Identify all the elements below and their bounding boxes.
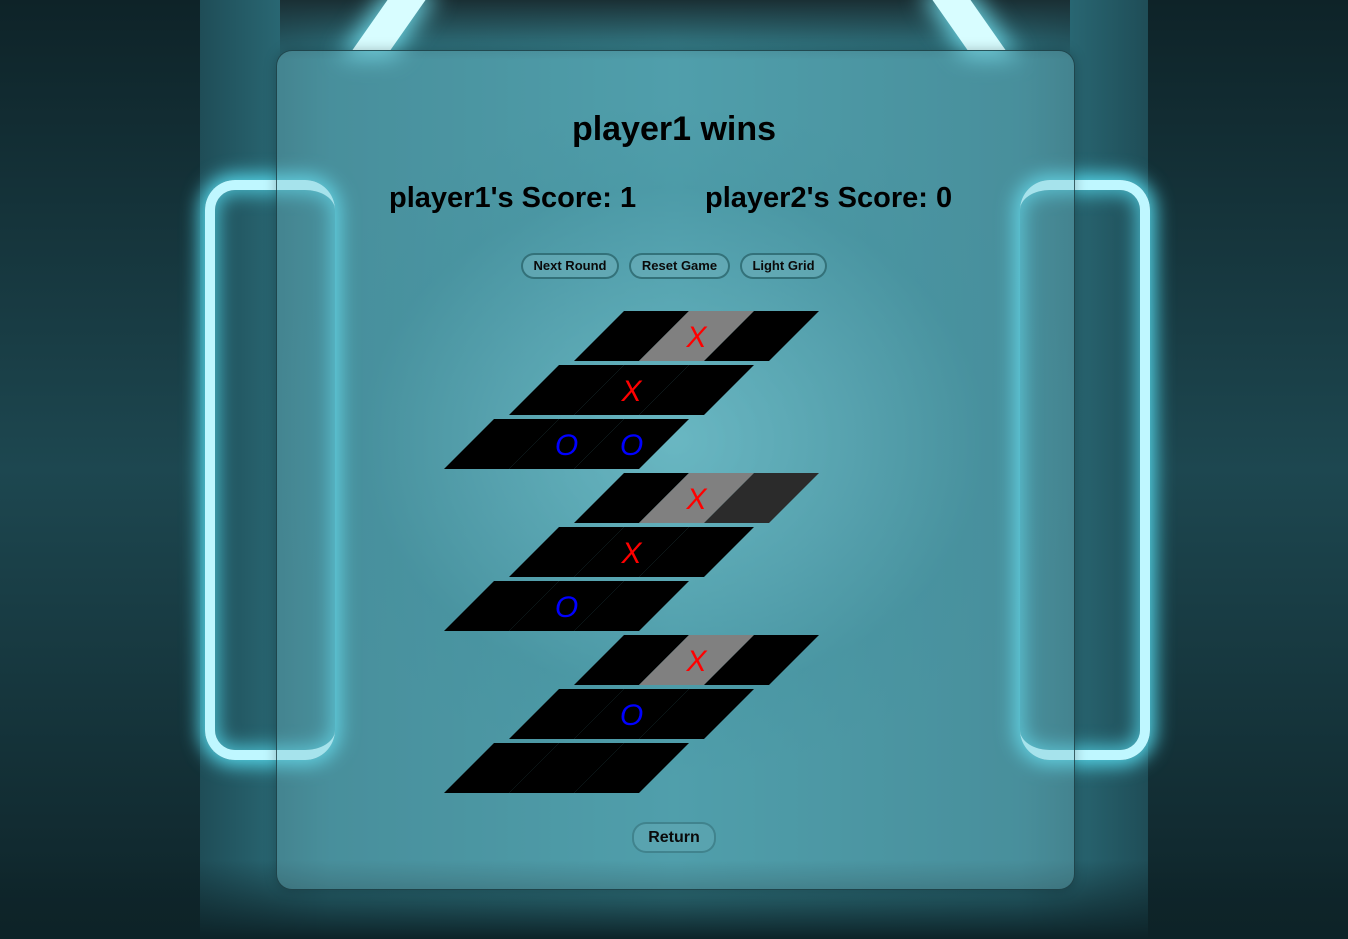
board-1-mark-bottom-right: O [620, 429, 643, 462]
board-2-mark-bottom-center: O [555, 591, 578, 624]
board-1-mark-middle-center: X [620, 375, 642, 408]
return-button[interactable]: Return [632, 822, 716, 853]
board-1-mark-top-center: X [685, 321, 707, 354]
board-3-mark-top-center: X [685, 645, 707, 678]
board-2-mark-middle-center: X [620, 537, 642, 570]
board-layer-1: XXO O [444, 311, 819, 469]
board-layer-2: X X O [444, 473, 819, 631]
board-2-mark-top-center: X [685, 483, 707, 516]
board-stack-svg: XXO OXXOXO [444, 311, 819, 793]
board-1-mark-bottom-center: O [555, 429, 578, 462]
board-stack: XXOOXXOXO [0, 0, 1348, 939]
board-layer-3: XO [444, 635, 819, 793]
board-3-mark-middle-center: O [620, 699, 643, 732]
